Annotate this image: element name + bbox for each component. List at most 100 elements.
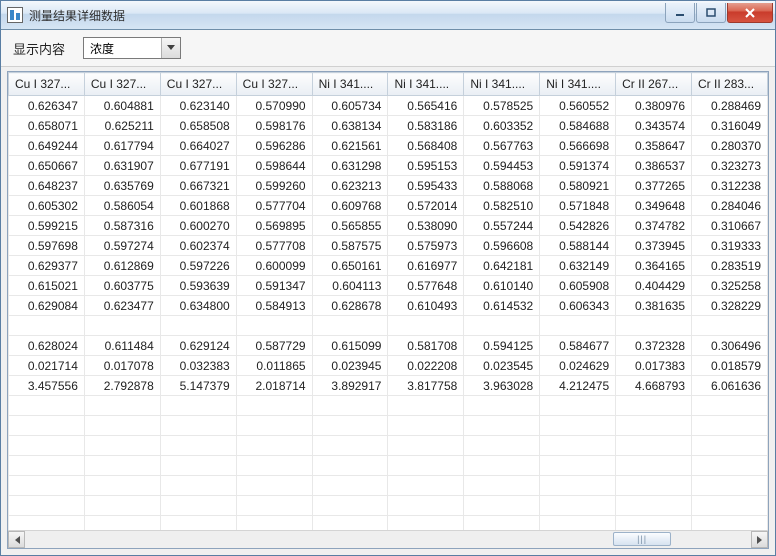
table-cell: 0.610140 xyxy=(464,276,540,296)
table-row[interactable] xyxy=(9,456,768,476)
table-row[interactable] xyxy=(9,476,768,496)
column-header[interactable]: Ni I 341.... xyxy=(388,73,464,96)
table-row[interactable] xyxy=(9,396,768,416)
title-bar[interactable]: 测量结果详细数据 xyxy=(1,1,775,30)
table-cell: 0.599215 xyxy=(9,216,85,236)
table-row[interactable]: 0.5992150.5873160.6002700.5698950.565855… xyxy=(9,216,768,236)
column-header[interactable]: Cu I 327... xyxy=(9,73,85,96)
table-row[interactable]: 0.6580710.6252110.6585080.5981760.638134… xyxy=(9,116,768,136)
table-row[interactable]: 0.6053020.5860540.6018680.5777040.609768… xyxy=(9,196,768,216)
table-cell: 0.319333 xyxy=(692,236,768,256)
table-cell: 0.634800 xyxy=(160,296,236,316)
table-row[interactable]: 0.6492440.6177940.6640270.5962860.621561… xyxy=(9,136,768,156)
table-cell: 0.017078 xyxy=(84,356,160,376)
table-cell xyxy=(236,456,312,476)
column-header[interactable]: Cu I 327... xyxy=(160,73,236,96)
column-header[interactable]: Ni I 341.... xyxy=(312,73,388,96)
table-cell xyxy=(312,416,388,436)
table-cell: 0.323273 xyxy=(692,156,768,176)
table-cell: 0.625211 xyxy=(84,116,160,136)
table-cell: 0.612869 xyxy=(84,256,160,276)
table-cell xyxy=(312,436,388,456)
table-cell: 0.386537 xyxy=(616,156,692,176)
table-cell: 0.306496 xyxy=(692,336,768,356)
table-cell xyxy=(9,476,85,496)
table-cell: 0.600270 xyxy=(160,216,236,236)
chevron-down-icon[interactable] xyxy=(161,38,180,58)
table-cell xyxy=(9,316,85,336)
table-cell: 0.677191 xyxy=(160,156,236,176)
table-cell xyxy=(464,496,540,516)
table-cell: 0.023945 xyxy=(312,356,388,376)
scroll-right-button[interactable] xyxy=(751,531,768,548)
table-cell: 0.374782 xyxy=(616,216,692,236)
table-cell: 0.658071 xyxy=(9,116,85,136)
table-cell: 0.605302 xyxy=(9,196,85,216)
table-cell: 0.587316 xyxy=(84,216,160,236)
display-content-combo[interactable]: 浓度 xyxy=(83,37,181,59)
table-row[interactable] xyxy=(9,436,768,456)
column-header[interactable]: Cu I 327... xyxy=(236,73,312,96)
maximize-button[interactable] xyxy=(696,3,726,23)
table-cell: 0.614532 xyxy=(464,296,540,316)
table-cell: 4.212475 xyxy=(540,376,616,396)
table-cell: 0.599260 xyxy=(236,176,312,196)
scroll-thumb[interactable]: ||| xyxy=(613,532,671,546)
table-cell: 0.582510 xyxy=(464,196,540,216)
table-cell: 0.621561 xyxy=(312,136,388,156)
table-cell: 0.650667 xyxy=(9,156,85,176)
grid-body[interactable]: Cu I 327...Cu I 327...Cu I 327...Cu I 32… xyxy=(8,72,768,530)
table-row[interactable] xyxy=(9,316,768,336)
table-cell: 0.316049 xyxy=(692,116,768,136)
table-row[interactable] xyxy=(9,516,768,531)
table-row[interactable] xyxy=(9,416,768,436)
table-cell: 0.372328 xyxy=(616,336,692,356)
table-row[interactable]: 0.6482370.6357690.6673210.5992600.623213… xyxy=(9,176,768,196)
table-cell: 0.568408 xyxy=(388,136,464,156)
close-button[interactable] xyxy=(727,3,773,23)
table-cell: 0.629124 xyxy=(160,336,236,356)
table-cell: 0.349648 xyxy=(616,196,692,216)
table-row[interactable]: 3.4575562.7928785.1473792.0187143.892917… xyxy=(9,376,768,396)
table-cell: 0.381635 xyxy=(616,296,692,316)
table-row[interactable]: 0.0217140.0170780.0323830.0118650.023945… xyxy=(9,356,768,376)
combo-selected-text: 浓度 xyxy=(84,40,161,57)
table-row[interactable]: 0.6506670.6319070.6771910.5986440.631298… xyxy=(9,156,768,176)
table-row[interactable] xyxy=(9,496,768,516)
table-cell: 0.597274 xyxy=(84,236,160,256)
column-header[interactable]: Cr II 283... xyxy=(692,73,768,96)
table-cell: 0.377265 xyxy=(616,176,692,196)
toolbar: 显示内容 浓度 xyxy=(1,30,775,67)
table-cell xyxy=(616,476,692,496)
table-cell: 6.061636 xyxy=(692,376,768,396)
horizontal-scrollbar[interactable]: ||| xyxy=(8,530,768,548)
table-cell: 0.597226 xyxy=(160,256,236,276)
minimize-button[interactable] xyxy=(665,3,695,23)
scroll-track[interactable]: ||| xyxy=(25,531,751,548)
table-cell: 0.017383 xyxy=(616,356,692,376)
table-cell: 0.032383 xyxy=(160,356,236,376)
table-row[interactable]: 0.5976980.5972740.6023740.5777080.587575… xyxy=(9,236,768,256)
column-header[interactable]: Ni I 341.... xyxy=(540,73,616,96)
table-row[interactable]: 0.6263470.6048810.6231400.5709900.605734… xyxy=(9,96,768,116)
column-header[interactable]: Cr II 267... xyxy=(616,73,692,96)
table-cell: 0.605734 xyxy=(312,96,388,116)
table-cell xyxy=(84,456,160,476)
table-cell xyxy=(9,456,85,476)
table-row[interactable]: 0.6150210.6037750.5936390.5913470.604113… xyxy=(9,276,768,296)
scroll-left-button[interactable] xyxy=(8,531,25,548)
table-cell: 0.538090 xyxy=(388,216,464,236)
column-header[interactable]: Ni I 341.... xyxy=(464,73,540,96)
table-cell: 0.358647 xyxy=(616,136,692,156)
table-cell: 0.380976 xyxy=(616,96,692,116)
table-cell xyxy=(540,456,616,476)
table-cell: 0.542826 xyxy=(540,216,616,236)
table-cell: 0.631907 xyxy=(84,156,160,176)
table-cell xyxy=(236,516,312,531)
table-row[interactable]: 0.6290840.6234770.6348000.5849130.628678… xyxy=(9,296,768,316)
table-row[interactable]: 0.6280240.6114840.6291240.5877290.615099… xyxy=(9,336,768,356)
column-header[interactable]: Cu I 327... xyxy=(84,73,160,96)
table-row[interactable]: 0.6293770.6128690.5972260.6000990.650161… xyxy=(9,256,768,276)
table-cell: 0.604113 xyxy=(312,276,388,296)
table-cell: 0.288469 xyxy=(692,96,768,116)
